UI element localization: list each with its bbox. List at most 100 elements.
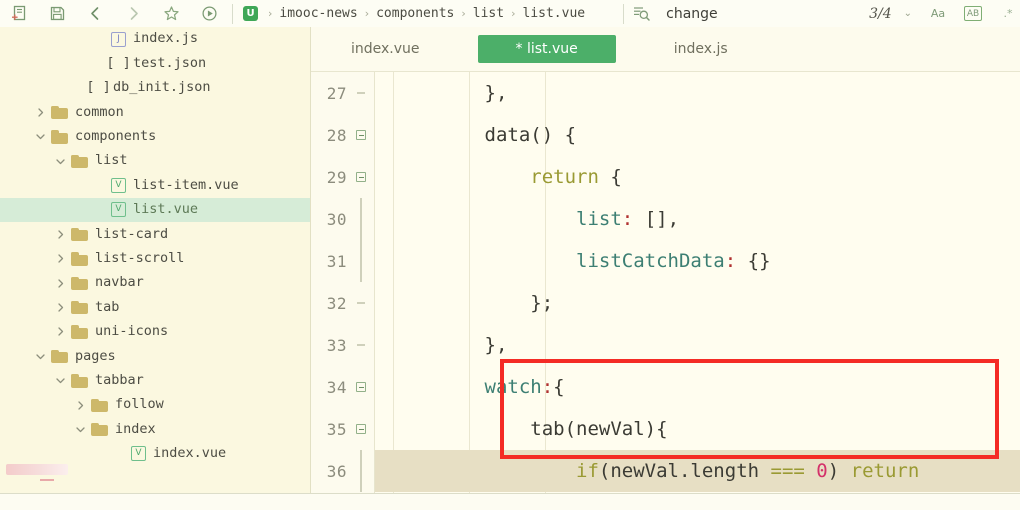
search-in-file-icon[interactable] [628, 5, 654, 22]
tab-index-js[interactable]: index.js [660, 36, 742, 62]
fold-collapse-icon[interactable] [354, 408, 368, 450]
chevron-down-icon[interactable] [54, 374, 67, 387]
regex-icon[interactable]: .* [998, 5, 1018, 23]
file-explorer-sidebar[interactable]: Jindex.js[ ] test.json[ ] db_init.json comm… [0, 27, 311, 493]
json-file-icon: [ ] [106, 54, 131, 71]
vue-file-icon: V [131, 446, 146, 462]
tree-item-navbar[interactable]: navbar [0, 271, 310, 295]
tree-item-components[interactable]: components [0, 125, 310, 149]
code-token: { [553, 376, 565, 398]
fold-end-tick [354, 72, 368, 114]
whole-words-icon[interactable]: AB [964, 6, 982, 21]
code-line[interactable]: }, [375, 324, 1020, 366]
code-content[interactable]: }, data() { return { list: [], listCatch… [375, 72, 1020, 493]
vue-file-icon: V [111, 202, 126, 218]
tree-item-pages[interactable]: pages [0, 344, 310, 368]
tree-item-tabbar[interactable]: tabbar [0, 368, 310, 392]
code-area: 2728293031323334353637383940 }, data() {… [311, 72, 1020, 493]
project-logo-icon: U [243, 6, 258, 21]
chevron-right-icon[interactable] [54, 325, 67, 338]
gutter-line: 35 [311, 408, 374, 450]
breadcrumb-item-project[interactable]: imooc-news [277, 6, 359, 21]
gutter-line: 30 [311, 198, 374, 240]
tree-item-common[interactable]: common [0, 100, 310, 124]
chevron-right-icon[interactable] [54, 228, 67, 241]
tree-item-label: list-card [95, 225, 169, 242]
folder-icon [71, 252, 88, 266]
json-file-icon: [ ] [86, 79, 111, 96]
code-line[interactable]: }, [375, 72, 1020, 114]
tree-item-list-item-vue[interactable]: Vlist-item.vue [0, 173, 310, 197]
folder-icon [71, 374, 88, 388]
code-line[interactable]: watch:{ [375, 366, 1020, 408]
tab-index-vue[interactable]: index.vue [337, 36, 434, 62]
code-line[interactable]: }; [375, 282, 1020, 324]
folder-icon [91, 398, 108, 413]
gutter-line: 29 [311, 156, 374, 198]
chevron-right-icon[interactable] [74, 399, 87, 412]
code-line[interactable]: tab(newVal){ [375, 408, 1020, 450]
code-line[interactable]: return { [375, 156, 1020, 198]
fold-collapse-icon[interactable] [354, 156, 368, 198]
code-token: : [724, 250, 737, 272]
new-file-icon[interactable] [0, 1, 38, 27]
selection-highlight-artifact [6, 464, 68, 475]
folder-icon [91, 422, 108, 437]
breadcrumb-item-list[interactable]: list [471, 6, 506, 21]
fold-end-tick [354, 324, 368, 366]
code-line[interactable]: list: [], [375, 198, 1020, 240]
chevron-down-icon[interactable]: ⌄ [904, 8, 912, 19]
tree-item-list-card[interactable]: list-card [0, 222, 310, 246]
tree-item-label: index.vue [153, 445, 227, 462]
back-icon[interactable] [76, 1, 114, 27]
tree-item-tab[interactable]: tab [0, 295, 310, 319]
save-icon[interactable] [38, 1, 76, 27]
forward-icon[interactable] [114, 1, 152, 27]
chevron-down-icon[interactable] [54, 155, 67, 168]
code-token: { [598, 166, 622, 188]
chevron-right-icon[interactable] [54, 301, 67, 314]
tree-item-label: tab [95, 298, 120, 315]
tree-item-list-scroll[interactable]: list-scroll [0, 247, 310, 271]
fold-end-tick [354, 282, 368, 324]
fold-collapse-icon[interactable] [354, 366, 368, 408]
fold-collapse-icon[interactable] [354, 114, 368, 156]
tree-item-index-vue[interactable]: Vindex.vue [0, 442, 310, 466]
folder-icon [71, 300, 88, 315]
tab-list-vue[interactable]: * list.vue [477, 35, 616, 63]
tree-item-uni-icons[interactable]: uni-icons [0, 320, 310, 344]
chevron-right-icon[interactable] [54, 277, 67, 290]
gutter-line: 33 [311, 324, 374, 366]
code-token: return [850, 460, 920, 482]
code-line-current[interactable]: if (newVal.length === 0) return [375, 450, 1020, 492]
chevron-down-icon[interactable] [34, 130, 47, 143]
tree-item-list-vue[interactable]: Vlist.vue [0, 197, 310, 223]
chevron-down-icon[interactable] [74, 423, 87, 436]
code-line[interactable]: data() { [375, 114, 1020, 156]
favorite-star-icon[interactable] [152, 1, 190, 27]
code-token: : [541, 376, 554, 398]
tree-item-test-json[interactable]: [ ] test.json [0, 51, 310, 75]
chevron-down-icon[interactable] [34, 350, 47, 363]
search-input[interactable]: change [666, 6, 718, 22]
chevron-right-icon[interactable] [34, 106, 47, 119]
tree-item-list[interactable]: list [0, 149, 310, 173]
match-case-icon[interactable]: Aa [928, 5, 948, 23]
js-file-icon: J [111, 31, 126, 47]
tree-item-index[interactable]: index [0, 417, 310, 441]
code-token: }; [393, 292, 554, 314]
tree-item-index-js[interactable]: Jindex.js [0, 27, 310, 51]
line-number: 29 [326, 167, 347, 187]
code-line[interactable]: listCatchData: {} [375, 240, 1020, 282]
line-number-gutter[interactable]: 2728293031323334353637383940 [311, 72, 375, 493]
folder-icon [71, 276, 88, 291]
gutter-line: 36 [311, 450, 374, 492]
tree-item-follow[interactable]: follow [0, 393, 310, 417]
chevron-right-icon[interactable] [54, 252, 67, 265]
run-icon[interactable] [190, 1, 228, 27]
gutter-line: 31 [311, 240, 374, 282]
tree-item-db-init-json[interactable]: [ ] db_init.json [0, 76, 310, 100]
breadcrumb-item-components[interactable]: components [374, 6, 456, 21]
breadcrumb-item-file[interactable]: list.vue [521, 6, 588, 21]
